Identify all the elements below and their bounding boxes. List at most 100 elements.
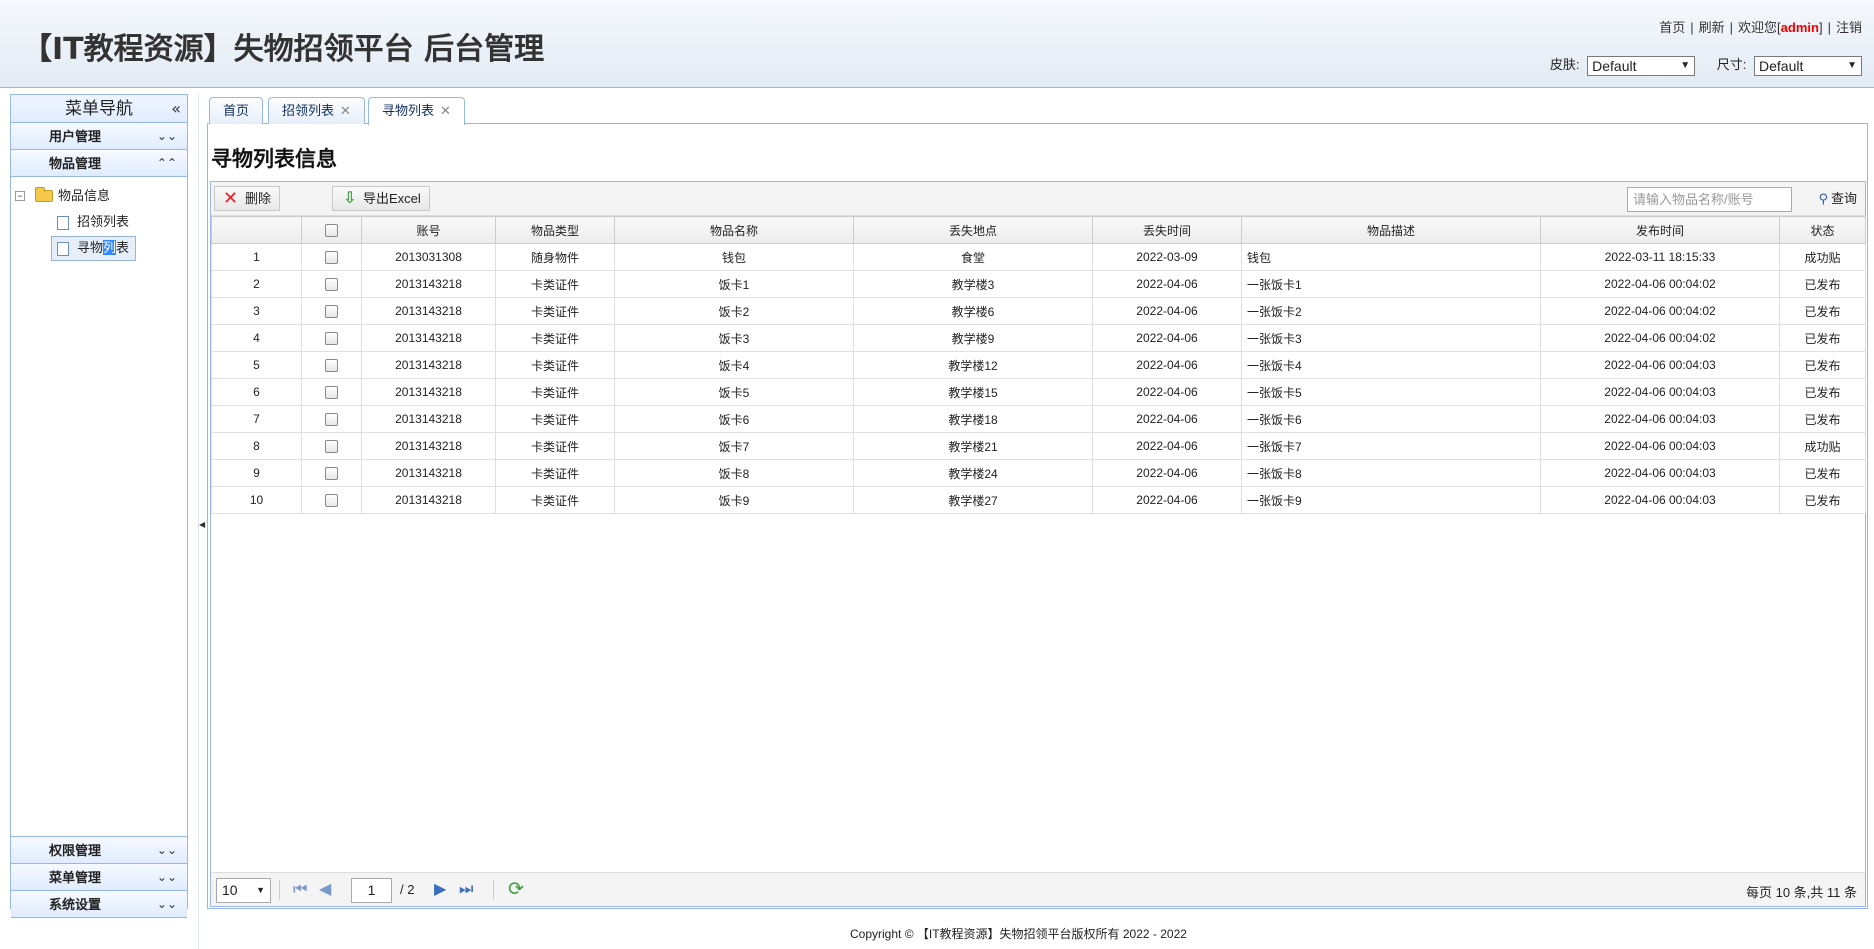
column-header[interactable]: 发布时间 — [1540, 216, 1780, 244]
column-header[interactable]: 丢失时间 — [1092, 216, 1242, 244]
row-checkbox[interactable] — [325, 305, 338, 319]
table-row[interactable]: 9 2013143218 卡类证件 饭卡8 教学楼24 2022-04-06 一张饭卡8 20… — [211, 459, 1866, 487]
table-row[interactable]: 10 2013143218 卡类证件 饭卡9 教学楼27 2022-04-06 一张饭卡9 2… — [211, 486, 1866, 514]
cell-lost-date: 2022-03-09 — [1092, 243, 1242, 271]
tab-lost-list[interactable]: 寻物列表 ✕ — [368, 97, 465, 125]
select-all-checkbox[interactable] — [325, 224, 338, 238]
cell-type: 卡类证件 — [495, 459, 615, 487]
cell-status: 已发布 — [1779, 486, 1866, 514]
pager-info: 每页 10 条,共 11 条 — [1745, 885, 1857, 900]
cell-publish-time: 2022-04-06 00:04:03 — [1540, 432, 1780, 460]
accordion-permission-management[interactable]: 权限管理 ⌄⌄ — [11, 837, 187, 864]
top-links: 首页 | 刷新 | 欢迎您[admin] | 注销 — [1659, 20, 1862, 35]
column-header[interactable]: 物品名称 — [614, 216, 854, 244]
expand-left-icon[interactable]: ◀ — [199, 520, 205, 529]
row-number: 4 — [211, 324, 302, 352]
row-checkbox[interactable] — [325, 359, 338, 373]
table-row[interactable]: 4 2013143218 卡类证件 饭卡3 教学楼9 2022-04-06 一张饭卡3 202… — [211, 324, 1866, 352]
row-checkbox-cell — [301, 405, 362, 433]
page-number-input[interactable]: 1 — [351, 878, 392, 903]
refresh-icon[interactable]: ⟳ — [508, 878, 524, 901]
row-number: 3 — [211, 297, 302, 325]
export-excel-button[interactable]: ⇩ 导出Excel — [332, 186, 430, 211]
accordion-system-settings[interactable]: 系统设置 ⌄⌄ — [11, 891, 187, 918]
cell-place: 教学楼27 — [853, 486, 1093, 514]
chevron-down-double-icon: ⌄⌄ — [156, 843, 177, 857]
sidebar-header: 菜单导航 « — [11, 95, 187, 123]
page-size-select[interactable]: 10 ▼ — [216, 878, 271, 903]
table-header-row: 账号 物品类型 物品名称 丢失地点 丢失时间 物品描述 发布时间 状态 — [211, 216, 1866, 244]
row-checkbox-cell — [301, 270, 362, 298]
table-row[interactable]: 2 2013143218 卡类证件 饭卡1 教学楼3 2022-04-06 一张饭卡1 202… — [211, 270, 1866, 298]
row-checkbox[interactable] — [325, 278, 338, 292]
search-button[interactable]: ⚲ 查询 — [1818, 188, 1857, 207]
size-select[interactable]: Default ▼ — [1754, 55, 1862, 76]
cell-type: 卡类证件 — [495, 432, 615, 460]
cell-desc: 一张饭卡6 — [1241, 405, 1541, 433]
last-page-icon[interactable]: ⏭ — [459, 880, 473, 900]
row-checkbox[interactable] — [325, 332, 338, 346]
accordion-item-management[interactable]: 物品管理 ⌃⌃ — [11, 150, 187, 177]
delete-x-icon: ✕ — [223, 188, 239, 208]
row-checkbox[interactable] — [325, 413, 338, 427]
tab-close-icon[interactable]: ✕ — [440, 103, 451, 118]
logout-link[interactable]: 注销 — [1836, 20, 1862, 35]
row-number: 5 — [211, 351, 302, 379]
column-header[interactable]: 物品类型 — [495, 216, 615, 244]
prev-page-icon[interactable]: ◀ — [319, 880, 331, 900]
chevron-down-double-icon: ⌄⌄ — [156, 870, 177, 884]
chevron-down-icon: ▼ — [1680, 59, 1691, 71]
tab-claim-list[interactable]: 招领列表 ✕ — [268, 97, 365, 124]
refresh-link[interactable]: 刷新 — [1699, 20, 1725, 35]
layout-splitter[interactable]: ◀ — [198, 94, 205, 949]
row-checkbox[interactable] — [325, 467, 338, 481]
accordion-user-management[interactable]: 用户管理 ⌄⌄ — [11, 123, 187, 150]
row-checkbox[interactable] — [325, 386, 338, 400]
row-checkbox[interactable] — [325, 440, 338, 454]
home-link[interactable]: 首页 — [1659, 20, 1685, 35]
chevron-down-double-icon: ⌄⌄ — [156, 897, 177, 911]
app-title: 【IT教程资源】失物招领平台 后台管理 — [22, 32, 545, 67]
chevron-down-icon: ▼ — [1847, 59, 1857, 71]
column-header[interactable]: 物品描述 — [1241, 216, 1541, 244]
cell-lost-date: 2022-04-06 — [1092, 405, 1242, 433]
cell-type: 卡类证件 — [495, 324, 615, 352]
cell-lost-date: 2022-04-06 — [1092, 486, 1242, 514]
collapse-toggle-icon[interactable]: − — [15, 191, 25, 201]
tree-node-item-info[interactable]: − 物品信息 — [11, 183, 187, 209]
cell-name: 饭卡1 — [614, 270, 854, 298]
select-all-header — [301, 216, 362, 244]
cell-type: 卡类证件 — [495, 351, 615, 379]
skin-select[interactable]: Default ▼ — [1587, 55, 1696, 76]
cell-status: 已发布 — [1779, 351, 1866, 379]
cell-name: 饭卡8 — [614, 459, 854, 487]
accordion-menu-management[interactable]: 菜单管理 ⌄⌄ — [11, 864, 187, 891]
row-checkbox-cell — [301, 432, 362, 460]
cell-account: 2013143218 — [361, 270, 496, 298]
table-row[interactable]: 5 2013143218 卡类证件 饭卡4 教学楼12 2022-04-06 一张饭卡4 20… — [211, 351, 1866, 379]
cell-desc: 一张饭卡3 — [1241, 324, 1541, 352]
tree-node-claim-list[interactable]: 招领列表 — [11, 209, 187, 235]
tree-node-lost-list[interactable]: 寻物列表 — [11, 235, 187, 261]
item-tree: − 物品信息 招领列表 寻物列表 — [11, 177, 187, 261]
column-header[interactable]: 状态 — [1779, 216, 1866, 244]
table-row[interactable]: 1 2013031308 随身物件 钱包 食堂 2022-03-09 钱包 2022-03-1… — [211, 243, 1866, 271]
delete-button[interactable]: ✕ 删除 — [214, 186, 281, 211]
cell-status: 已发布 — [1779, 324, 1866, 352]
row-checkbox[interactable] — [325, 251, 338, 265]
first-page-icon[interactable]: ⏮ — [293, 880, 307, 900]
column-header[interactable]: 账号 — [361, 216, 496, 244]
next-page-icon[interactable]: ▶ — [434, 880, 446, 900]
collapse-left-icon[interactable]: « — [171, 95, 181, 123]
table-row[interactable]: 3 2013143218 卡类证件 饭卡2 教学楼6 2022-04-06 一张饭卡2 202… — [211, 297, 1866, 325]
search-input[interactable]: 请输入物品名称/账号 — [1627, 187, 1792, 212]
table-row[interactable]: 6 2013143218 卡类证件 饭卡5 教学楼15 2022-04-06 一张饭卡5 20… — [211, 378, 1866, 406]
tab-close-icon[interactable]: ✕ — [340, 103, 351, 118]
table-row[interactable]: 8 2013143218 卡类证件 饭卡7 教学楼21 2022-04-06 一张饭卡7 20… — [211, 432, 1866, 460]
column-header[interactable]: 丢失地点 — [853, 216, 1093, 244]
row-checkbox[interactable] — [325, 494, 338, 508]
tab-home[interactable]: 首页 — [209, 97, 264, 124]
pagination-bar: 10 ▼ ⏮ ◀ 1 / 2 ▶ ⏭ ⟳ 每页 10 条,共 11 条 — [211, 872, 1865, 906]
table-row[interactable]: 7 2013143218 卡类证件 饭卡6 教学楼18 2022-04-06 一张饭卡6 20… — [211, 405, 1866, 433]
cell-desc: 一张饭卡9 — [1241, 486, 1541, 514]
